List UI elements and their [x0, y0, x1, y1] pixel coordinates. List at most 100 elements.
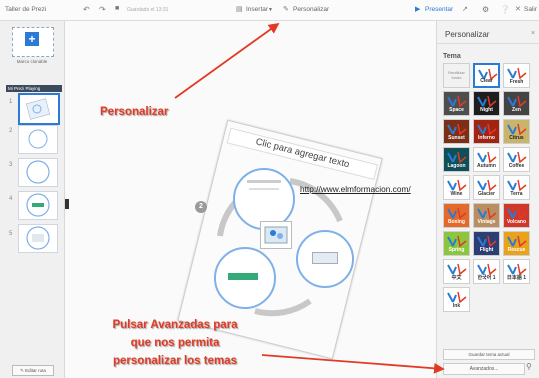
theme-tile[interactable]: Autumn — [473, 147, 500, 172]
theme-tile[interactable]: Inferno — [473, 119, 500, 144]
redo-icon[interactable]: ↷ — [99, 5, 106, 14]
exit-button[interactable]: Salir — [524, 6, 537, 13]
save-status: Guardado el 13:31 — [127, 7, 169, 13]
add-frame-button[interactable]: + — [12, 27, 54, 57]
theme-tile[interactable]: Ink — [443, 287, 470, 312]
insert-menu[interactable]: Insertar — [246, 6, 268, 13]
section-title: Tema — [443, 53, 461, 60]
theme-tile[interactable]: 日本語 1 — [503, 259, 530, 284]
theme-name: Space — [449, 107, 464, 113]
theme-name: Spring — [448, 247, 465, 253]
slide-thumbnail-1[interactable] — [18, 93, 60, 125]
thumbnail-preview — [26, 193, 50, 217]
play-icon: ▶ — [415, 6, 421, 13]
share-icon[interactable]: ↗ — [462, 5, 468, 13]
center-image[interactable] — [260, 221, 292, 249]
theme-name: Coffee — [508, 163, 525, 169]
theme-tile[interactable]: 中文 — [443, 259, 470, 284]
theme-tile[interactable]: Wine — [443, 175, 470, 200]
theme-name: Boxing — [448, 219, 465, 225]
theme-name: Glacier — [478, 191, 495, 197]
theme-tile[interactable]: Reutilizar fondo — [443, 63, 470, 88]
theme-tile[interactable]: Citrus — [503, 119, 530, 144]
thumb-number: 3 — [9, 162, 13, 168]
advanced-button[interactable]: Avanzados... — [443, 363, 525, 375]
annotation-line-1: Pulsar Avanzadas para — [112, 319, 238, 331]
gear-icon[interactable]: ⚙ — [482, 5, 489, 14]
divider — [437, 43, 539, 44]
thumbnail-preview — [28, 129, 48, 149]
theme-tile[interactable]: Flight — [473, 231, 500, 256]
annotation-line-3: personalizar los temas — [113, 355, 237, 367]
theme-name: Reutilizar fondo — [448, 70, 465, 80]
theme-tile[interactable]: Night — [473, 91, 500, 116]
theme-tile[interactable]: Clear — [473, 63, 500, 88]
slide-thumbnail-3[interactable] — [18, 158, 58, 187]
theme-tile[interactable]: Fresh — [503, 63, 530, 88]
slide-thumbnail-2[interactable] — [18, 125, 58, 154]
save-theme-label: Guardar tema actual — [468, 352, 510, 357]
advanced-label: Avanzados... — [469, 366, 499, 372]
brush-icon: ✎ — [283, 6, 289, 13]
cycle-node-right[interactable] — [296, 230, 354, 288]
theme-name: Zen — [512, 107, 521, 113]
theme-name: Citrus — [509, 135, 524, 141]
thumb-number: 1 — [9, 99, 13, 105]
theme-tile[interactable]: 한국어 1 — [473, 259, 500, 284]
theme-tile[interactable]: Coffee — [503, 147, 530, 172]
slide-thumbnail-4[interactable] — [18, 191, 58, 220]
search-icon[interactable]: ⚲ — [526, 362, 532, 371]
theme-tile[interactable]: Rescue — [503, 231, 530, 256]
step-badge-number: 2 — [199, 203, 203, 210]
path-header-label: Mi Prezi Playing — [8, 86, 41, 91]
theme-name: Volcano — [506, 219, 527, 225]
theme-name: Autumn — [477, 163, 496, 169]
plus-icon: + — [25, 32, 39, 46]
close-icon[interactable]: ✕ — [515, 5, 521, 13]
theme-name: Inferno — [478, 135, 495, 141]
url-label: http://www.elmformacion.com/ — [300, 184, 411, 194]
path-header: Mi Prezi Playing — [6, 85, 62, 92]
theme-tile[interactable]: Terra — [503, 175, 530, 200]
theme-tile[interactable]: Volcano — [503, 203, 530, 228]
thumb-number: 5 — [9, 231, 13, 237]
cycle-node-bottom[interactable] — [214, 247, 276, 309]
save-icon[interactable]: ■ — [115, 5, 119, 12]
panel-title: Personalizar — [445, 30, 490, 39]
thumbnail-preview — [26, 160, 50, 184]
theme-name: Clear — [480, 78, 493, 84]
theme-tile[interactable]: Sunset — [443, 119, 470, 144]
edit-path-button[interactable]: ✎ Editar ruta — [12, 365, 54, 376]
present-button[interactable]: Presentar — [425, 6, 453, 13]
image-placeholder-icon — [264, 226, 288, 244]
theme-tile[interactable]: Zen — [503, 91, 530, 116]
chevron-down-icon: ▼ — [268, 7, 273, 13]
step-badge[interactable]: 2 — [195, 201, 207, 213]
theme-name: 한국어 1 — [477, 275, 496, 281]
theme-tile[interactable]: Vintage — [473, 203, 500, 228]
theme-name: Fresh — [509, 79, 524, 85]
undo-icon[interactable]: ↶ — [83, 5, 90, 14]
theme-tile[interactable]: Boxing — [443, 203, 470, 228]
slide-thumbnail-5[interactable] — [18, 224, 58, 253]
panel-close-icon[interactable]: × — [531, 30, 535, 37]
theme-name: Night — [480, 107, 493, 113]
theme-tile[interactable]: Lagoon — [443, 147, 470, 172]
theme-name: Sunset — [448, 135, 465, 141]
theme-name: Flight — [479, 247, 494, 253]
thumbnail-preview — [26, 226, 50, 250]
left-panel: + Marco clonable Mi Prezi Playing 1 2 3 … — [0, 21, 65, 378]
add-frame-label: Marco clonable — [16, 59, 48, 64]
customize-button[interactable]: Personalizar — [293, 6, 329, 13]
thumbnail-preview — [25, 98, 51, 120]
theme-tile[interactable]: Glacier — [473, 175, 500, 200]
collapse-handle[interactable] — [65, 199, 69, 209]
annotation-line-2: que nos permita — [130, 337, 220, 349]
save-theme-button[interactable]: Guardar tema actual — [443, 349, 535, 360]
thumb-number: 4 — [9, 196, 13, 202]
theme-tile[interactable]: Space — [443, 91, 470, 116]
insert-icon: ▤ — [236, 6, 243, 13]
thumb-number: 2 — [9, 128, 13, 134]
help-icon[interactable]: ❔ — [500, 5, 510, 14]
theme-tile[interactable]: Spring — [443, 231, 470, 256]
